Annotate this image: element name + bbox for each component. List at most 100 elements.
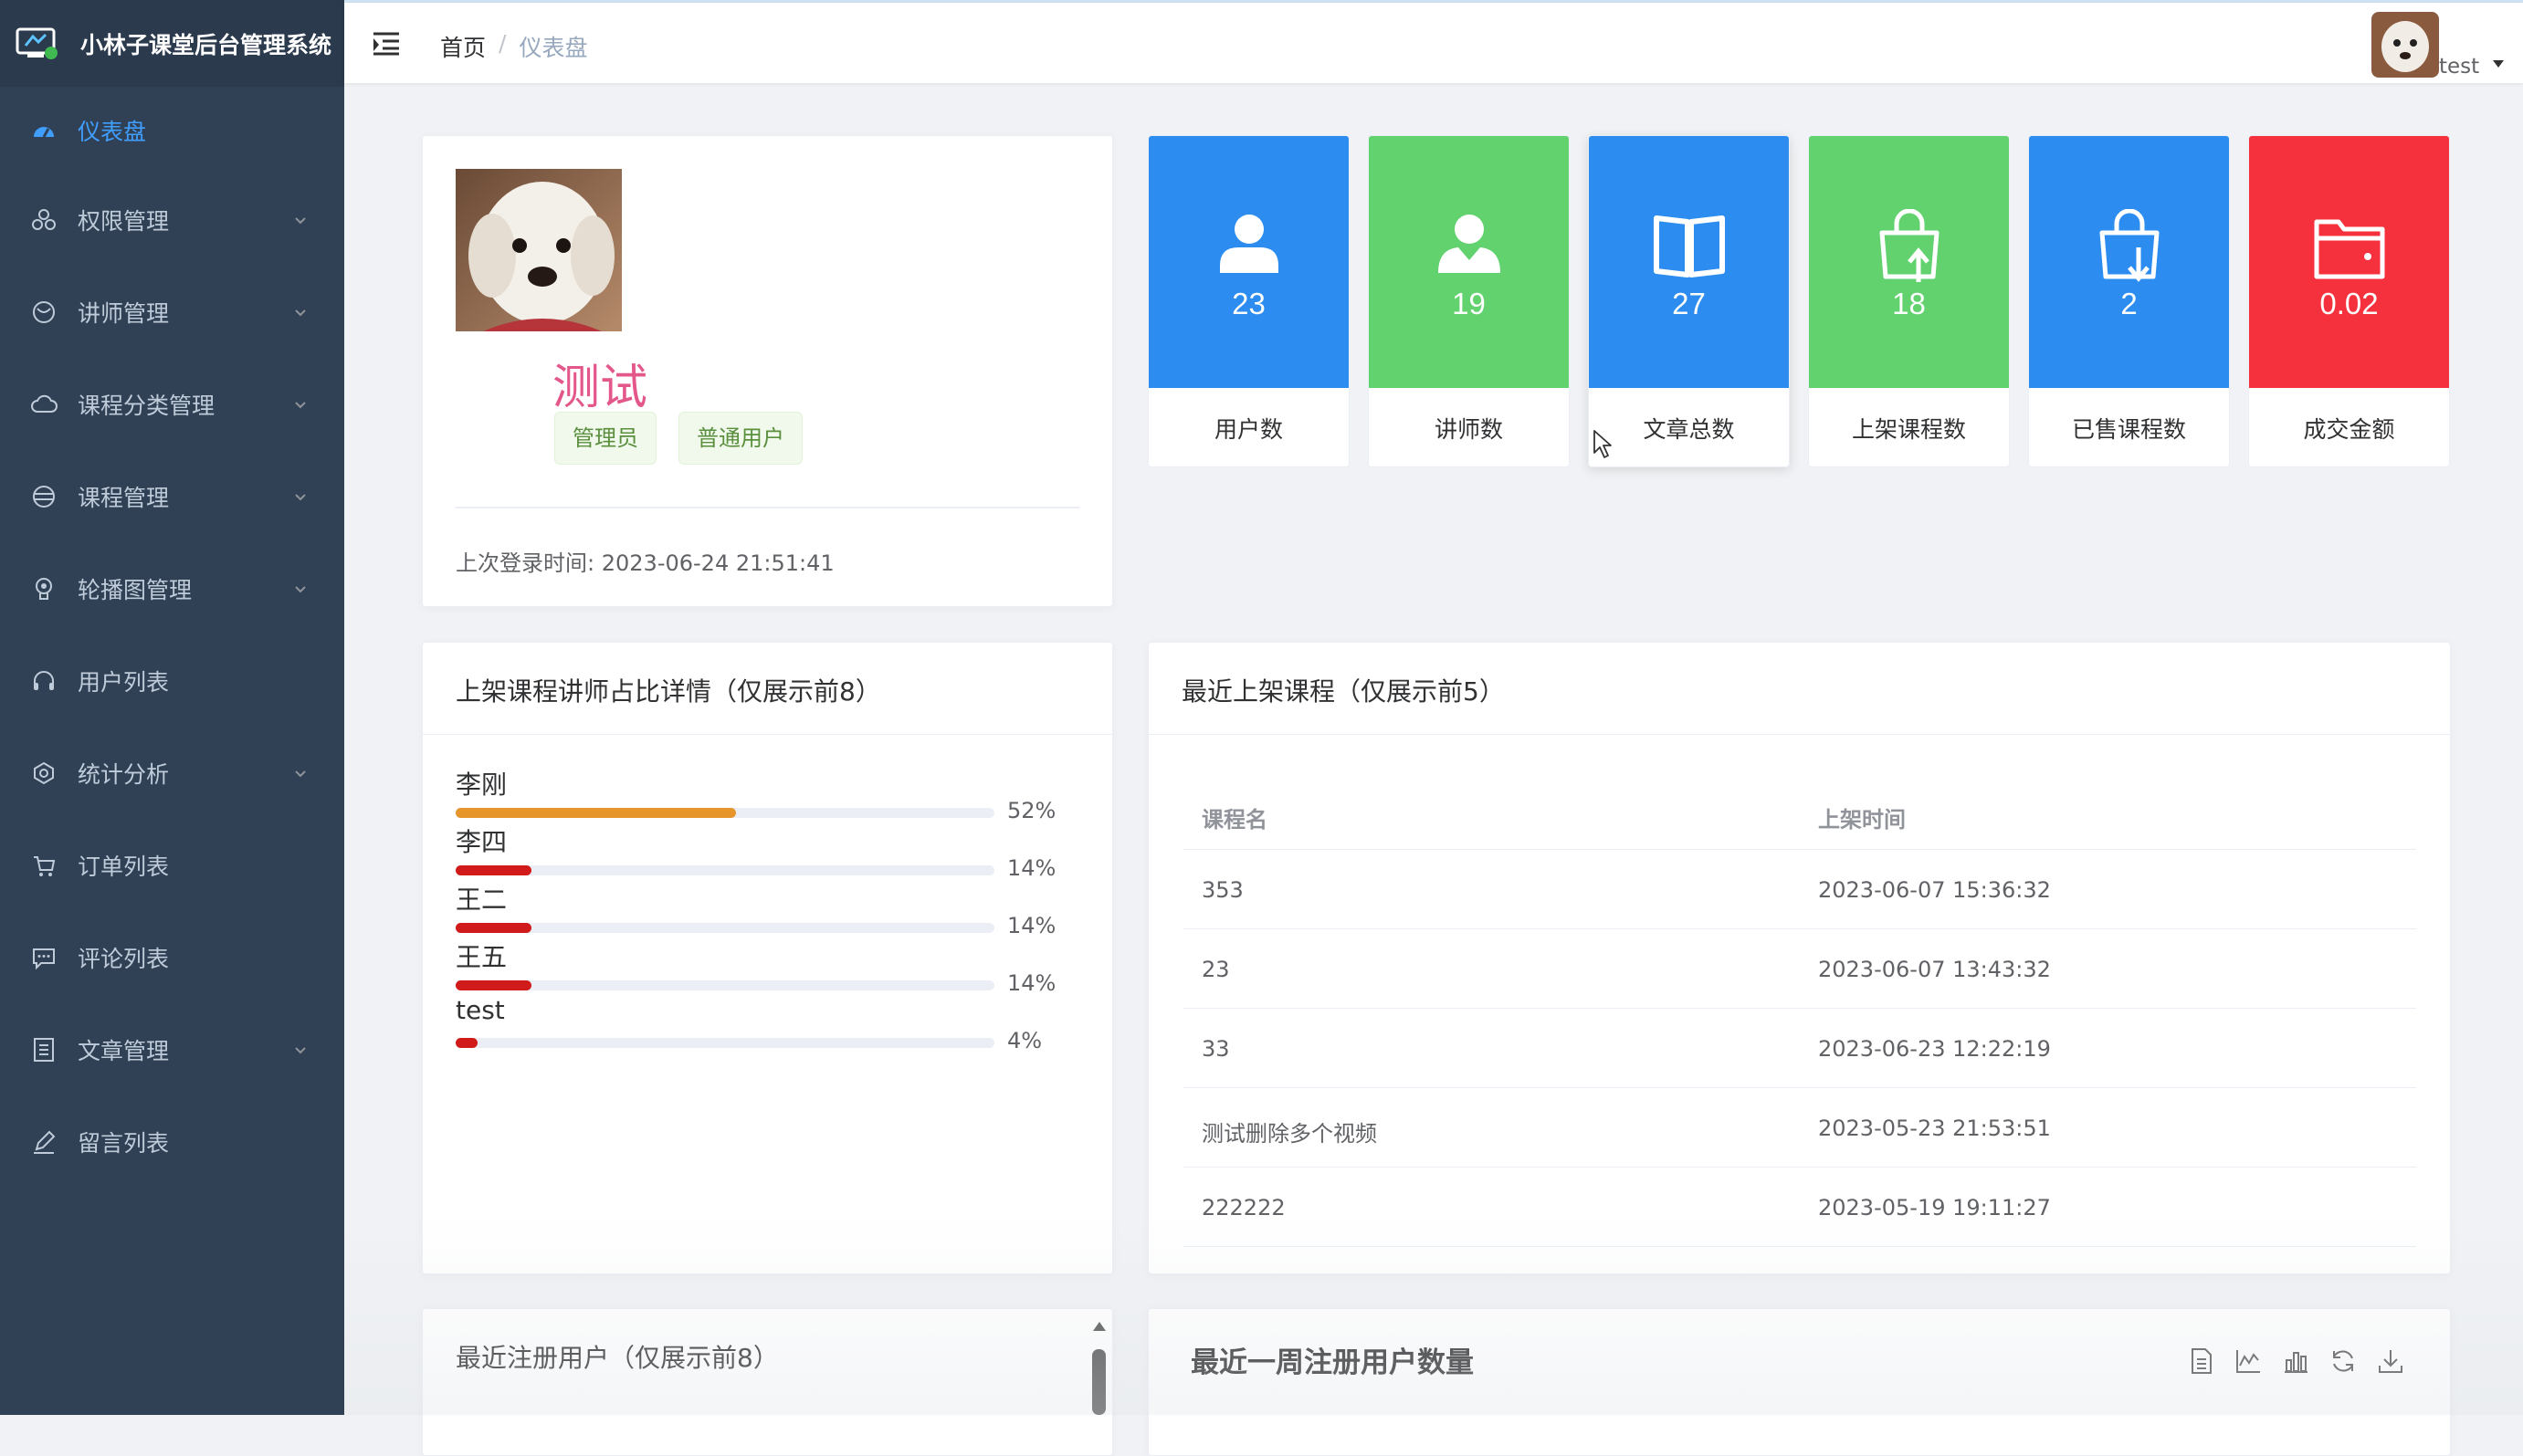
weekly-registrations-card: 最近一周注册用户数量 bbox=[1148, 1308, 2451, 1456]
bar-chart-icon[interactable] bbox=[2282, 1347, 2309, 1375]
sidebar-item-course-category[interactable]: 课程分类管理 bbox=[0, 358, 344, 450]
course-name: 23 bbox=[1202, 957, 1230, 982]
teacher-name: 王二 bbox=[456, 885, 508, 915]
user-name[interactable]: test bbox=[2439, 55, 2479, 79]
last-login: 上次登录时间: 2023-06-24 21:51:41 bbox=[456, 545, 835, 577]
stat-top: 23 bbox=[1149, 136, 1349, 388]
stat-value: 27 bbox=[1672, 287, 1706, 320]
shopping-bag-down-icon bbox=[2099, 209, 2159, 282]
article-icon bbox=[30, 1036, 58, 1063]
stat-top: 18 bbox=[1809, 136, 2009, 388]
progress-fill bbox=[456, 808, 736, 818]
teacher-name: 李四 bbox=[456, 827, 508, 857]
teacher-percent: 14% bbox=[1007, 855, 1057, 881]
breadcrumb-home[interactable]: 首页 bbox=[440, 30, 486, 63]
carousel-icon bbox=[30, 575, 58, 602]
stat-card-listed-courses[interactable]: 18 上架课程数 bbox=[1808, 135, 2010, 467]
progress-fill bbox=[456, 1038, 478, 1048]
course-icon bbox=[30, 483, 58, 510]
sidebar-item-label: 用户列表 bbox=[78, 668, 170, 696]
table-row[interactable]: 测试删除多个视频 2023-05-23 21:53:51 bbox=[1183, 1088, 2416, 1168]
scrollbar-thumb[interactable] bbox=[1092, 1349, 1106, 1415]
breadcrumb-separator: / bbox=[499, 30, 507, 57]
sidebar-item-label: 权限管理 bbox=[78, 207, 170, 235]
teacher-name: 王五 bbox=[456, 942, 508, 972]
last-login-label: 上次登录时间: bbox=[456, 550, 595, 576]
logo-area[interactable]: 小林子课堂后台管理系统 bbox=[0, 0, 344, 87]
sidebar-item-label: 统计分析 bbox=[78, 760, 170, 788]
headphone-icon bbox=[30, 667, 58, 695]
listed-time: 2023-06-23 12:22:19 bbox=[1818, 1036, 2051, 1062]
progress-track bbox=[456, 865, 994, 875]
user-avatar[interactable] bbox=[2371, 12, 2439, 78]
sidebar-item-label: 课程分类管理 bbox=[78, 392, 216, 419]
stat-value: 19 bbox=[1452, 287, 1486, 320]
role-tag-user: 普通用户 bbox=[678, 412, 803, 465]
progress-fill bbox=[456, 865, 531, 875]
sidebar-item-permission[interactable]: 权限管理 bbox=[0, 173, 344, 266]
table-row[interactable]: 23 2023-06-07 13:43:32 bbox=[1183, 929, 2416, 1009]
teacher-icon bbox=[30, 299, 58, 326]
stat-card-sold-courses[interactable]: 2 已售课程数 bbox=[2028, 135, 2230, 467]
refresh-icon[interactable] bbox=[2329, 1347, 2357, 1375]
table-row[interactable]: 33 2023-06-23 12:22:19 bbox=[1183, 1009, 2416, 1088]
table-row[interactable]: 222222 2023-05-19 19:11:27 bbox=[1183, 1168, 2416, 1247]
chevron-down-icon bbox=[295, 216, 306, 224]
stat-label: 成交金额 bbox=[2303, 416, 2395, 443]
table-row[interactable]: 353 2023-06-07 15:36:32 bbox=[1183, 850, 2416, 929]
shopping-bag-up-icon bbox=[1879, 209, 1939, 282]
card-header: 上架课程讲师占比详情（仅展示前8） bbox=[423, 643, 1112, 735]
sidebar-item-label: 文章管理 bbox=[78, 1037, 170, 1064]
last-login-time: 2023-06-24 21:51:41 bbox=[601, 550, 835, 576]
courses-table: 课程名 上架时间 353 2023-06-07 15:36:32 23 2023… bbox=[1183, 774, 2416, 1247]
progress-fill bbox=[456, 923, 531, 933]
chevron-down-icon bbox=[295, 1046, 306, 1053]
sidebar-item-dashboard[interactable]: 仪表盘 bbox=[0, 87, 344, 173]
chevron-down-icon bbox=[295, 493, 306, 500]
stat-card-teachers[interactable]: 19 讲师数 bbox=[1368, 135, 1570, 467]
stat-card-revenue[interactable]: 0.02 成交金额 bbox=[2248, 135, 2450, 467]
sidebar-item-messages[interactable]: 留言列表 bbox=[0, 1095, 344, 1188]
progress-track bbox=[456, 923, 994, 933]
chevron-down-icon bbox=[295, 770, 306, 777]
sidebar-item-label: 仪表盘 bbox=[78, 118, 147, 145]
profile-name: 测试 bbox=[552, 361, 648, 415]
teacher-percent: 14% bbox=[1007, 970, 1057, 996]
line-chart-icon[interactable] bbox=[2234, 1347, 2262, 1375]
hamburger-icon[interactable] bbox=[372, 30, 401, 56]
cloud-icon bbox=[30, 391, 58, 418]
sidebar: 小林子课堂后台管理系统 仪表盘 权限管理 讲师管理 课程分类管理 课程管理 轮播… bbox=[0, 0, 344, 1415]
permission-icon bbox=[30, 206, 58, 234]
teacher-name: test bbox=[456, 995, 505, 1025]
progress-track bbox=[456, 808, 994, 818]
book-icon bbox=[1653, 215, 1725, 278]
column-header-listed-time: 上架时间 bbox=[1818, 807, 1906, 833]
caret-down-icon[interactable] bbox=[2492, 59, 2505, 68]
breadcrumb: 首页 / 仪表盘 bbox=[440, 30, 587, 63]
sidebar-item-user-list[interactable]: 用户列表 bbox=[0, 634, 344, 727]
sidebar-item-articles[interactable]: 文章管理 bbox=[0, 1003, 344, 1095]
user-icon bbox=[1219, 215, 1278, 273]
stat-label: 讲师数 bbox=[1434, 416, 1503, 443]
stat-label: 文章总数 bbox=[1643, 416, 1735, 443]
card-header: 最近上架课程（仅展示前5） bbox=[1149, 643, 2450, 735]
stat-value: 18 bbox=[1892, 287, 1926, 320]
sidebar-item-statistics[interactable]: 统计分析 bbox=[0, 727, 344, 819]
sidebar-item-teacher[interactable]: 讲师管理 bbox=[0, 266, 344, 358]
sidebar-item-comments[interactable]: 评论列表 bbox=[0, 911, 344, 1003]
scroll-up-arrow-icon[interactable] bbox=[1092, 1320, 1107, 1333]
data-view-icon[interactable] bbox=[2189, 1347, 2214, 1375]
stat-card-users[interactable]: 23 用户数 bbox=[1148, 135, 1350, 467]
download-icon[interactable] bbox=[2377, 1347, 2404, 1375]
header: 首页 / 仪表盘 test bbox=[344, 3, 2523, 83]
edit-icon bbox=[30, 1128, 58, 1156]
chevron-down-icon bbox=[295, 309, 306, 316]
stat-card-articles[interactable]: 27 文章总数 bbox=[1588, 135, 1790, 467]
teacher-percent: 4% bbox=[1007, 1028, 1043, 1053]
chevron-down-icon bbox=[295, 401, 306, 408]
sidebar-item-course[interactable]: 课程管理 bbox=[0, 450, 344, 542]
recent-users-card: 最近注册用户（仅展示前8） bbox=[422, 1308, 1113, 1456]
card-title: 最近上架课程（仅展示前5） bbox=[1182, 676, 1505, 707]
sidebar-item-carousel[interactable]: 轮播图管理 bbox=[0, 542, 344, 634]
sidebar-item-orders[interactable]: 订单列表 bbox=[0, 819, 344, 911]
